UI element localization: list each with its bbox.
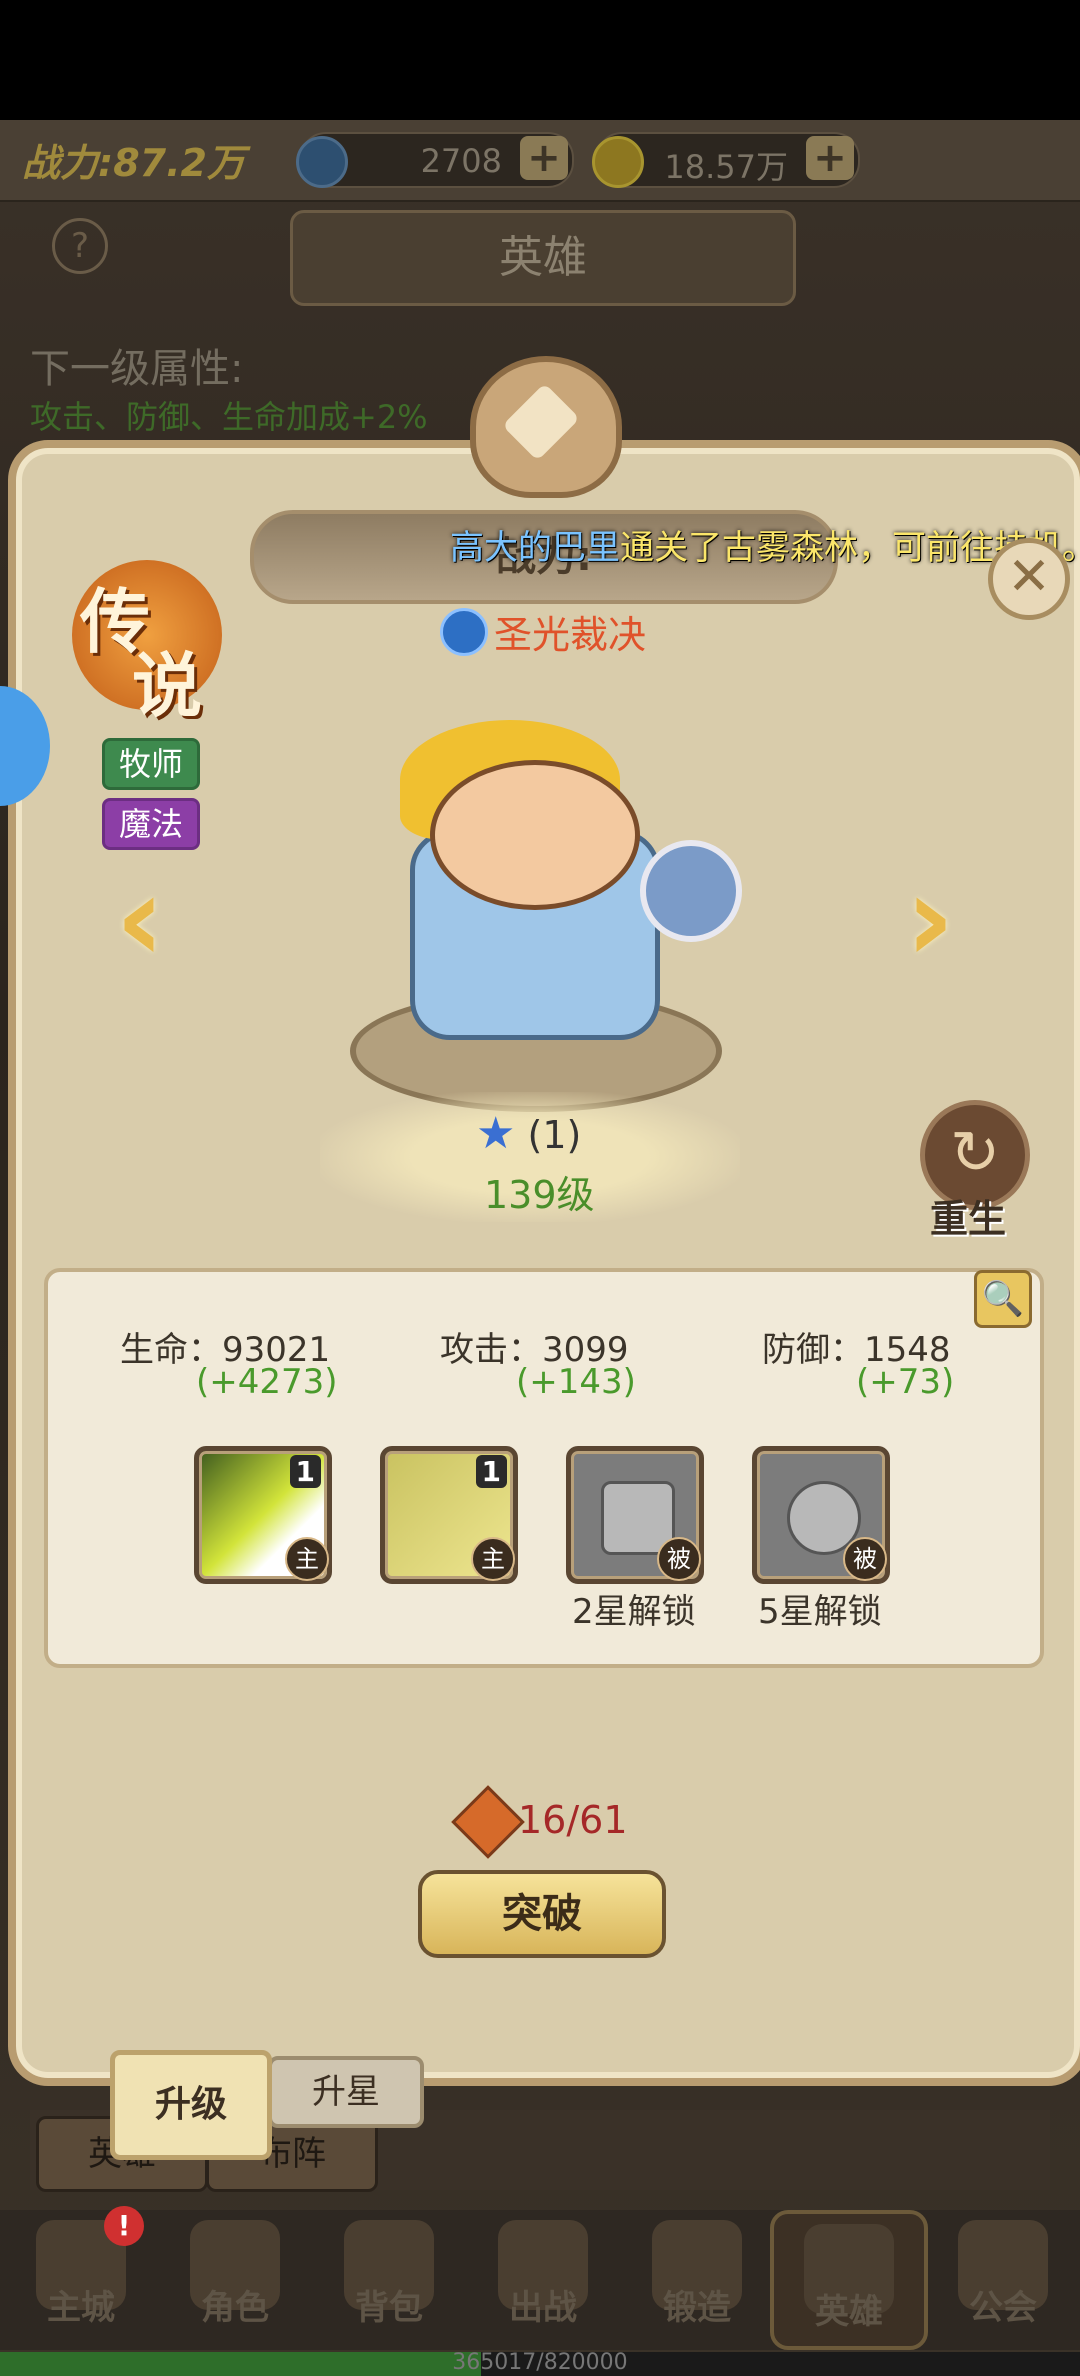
skill-slot-3-locked[interactable]: 被 (566, 1446, 704, 1584)
gold-counter: 18.57万 + (592, 132, 860, 188)
nav-battle[interactable]: 出战 (466, 2210, 620, 2350)
stat-defense-bonus: (+73) (856, 1362, 955, 1402)
active-skill-marker: 主 (285, 1537, 329, 1581)
ultimate-skill-icon (440, 608, 488, 656)
legend-rarity-badge: 传 说 (72, 560, 222, 727)
gem-counter: 2708 + (296, 132, 574, 188)
skill-4-unlock-text: 5星解锁 (758, 1592, 882, 1632)
star-icon: ★ (476, 1108, 516, 1159)
close-button[interactable]: ✕ (988, 538, 1070, 620)
passive-skill-marker: 被 (843, 1537, 887, 1581)
hero-face (430, 760, 640, 910)
add-gems-button[interactable]: + (520, 136, 568, 180)
skill-slot-4-locked[interactable]: 被 (752, 1446, 890, 1584)
ultimate-skill-name[interactable]: 圣光裁决 (494, 604, 646, 659)
nav-label: 背包 (355, 2288, 423, 2328)
add-gold-button[interactable]: + (806, 136, 854, 180)
rebirth-label[interactable]: 重生 (930, 1188, 1006, 1243)
xp-text: 365017/820000 (452, 2350, 628, 2375)
stat-attack-bonus: (+143) (516, 1362, 636, 1402)
hero-level: 139级 (484, 1173, 595, 1217)
nav-guild[interactable]: 公会 (926, 2210, 1080, 2350)
page-title: 英雄 (499, 232, 587, 283)
next-level-desc: 攻击、防御、生命加成+2% (30, 398, 428, 436)
nav-forge[interactable]: 锻造 (620, 2210, 774, 2350)
star-rating: ★ (1) (476, 1108, 581, 1159)
active-skill-marker: 主 (471, 1537, 515, 1581)
notification-badge: ! (104, 2206, 144, 2246)
next-level-title: 下一级属性: (30, 346, 244, 392)
nav-label: 公会 (969, 2288, 1037, 2328)
breakthrough-button[interactable]: 突破 (418, 1870, 666, 1958)
hero-staff (640, 840, 742, 942)
nav-label: 出战 (509, 2288, 577, 2328)
fragment-count: 16/61 (518, 1798, 628, 1842)
passive-skill-marker: 被 (657, 1537, 701, 1581)
skill-level: 1 (289, 1455, 321, 1488)
coin-icon (592, 136, 644, 188)
nav-character[interactable]: 角色 (158, 2210, 312, 2350)
tab-level-up[interactable]: 升级 (110, 2050, 272, 2160)
magnify-icon[interactable]: 🔍 (974, 1270, 1032, 1328)
nav-label: 英雄 (815, 2292, 883, 2332)
nav-label: 角色 (201, 2288, 269, 2328)
skill-level: 1 (475, 1455, 507, 1488)
skill-3-unlock-text: 2星解锁 (572, 1592, 696, 1632)
nav-hero[interactable]: 英雄 (770, 2210, 928, 2350)
page-title-plate: 英雄 (290, 210, 796, 306)
power-value: 战力:87.2万 (22, 141, 245, 185)
broadcast-marquee: 高大的巴里通关了古雾森林，可前往挂机。 (450, 520, 1080, 569)
nav-label: 主城 (47, 2288, 115, 2328)
skill-slot-1[interactable]: 1 主 (194, 1446, 332, 1584)
stat-hp-bonus: (+4273) (196, 1362, 338, 1402)
damage-type-tag: 魔法 (102, 798, 200, 850)
help-button[interactable]: ? (52, 218, 108, 274)
tab-star-up[interactable]: 升星 (268, 2056, 424, 2128)
class-tag: 牧师 (102, 738, 200, 790)
skill-slot-2[interactable]: 1 主 (380, 1446, 518, 1584)
marquee-player: 高大的巴里 (450, 528, 620, 568)
panel-crest (470, 356, 622, 498)
nav-label: 锻造 (663, 2288, 731, 2328)
next-hero-arrow[interactable]: › (890, 860, 970, 980)
gem-value: 2708 (420, 142, 502, 180)
gem-icon (296, 136, 348, 188)
gold-value: 18.57万 (664, 148, 788, 186)
nav-backpack[interactable]: 背包 (312, 2210, 466, 2350)
rarity-char-2: 说 (132, 645, 202, 727)
prev-hero-arrow[interactable]: ‹ (100, 860, 180, 980)
star-count: (1) (527, 1113, 582, 1157)
